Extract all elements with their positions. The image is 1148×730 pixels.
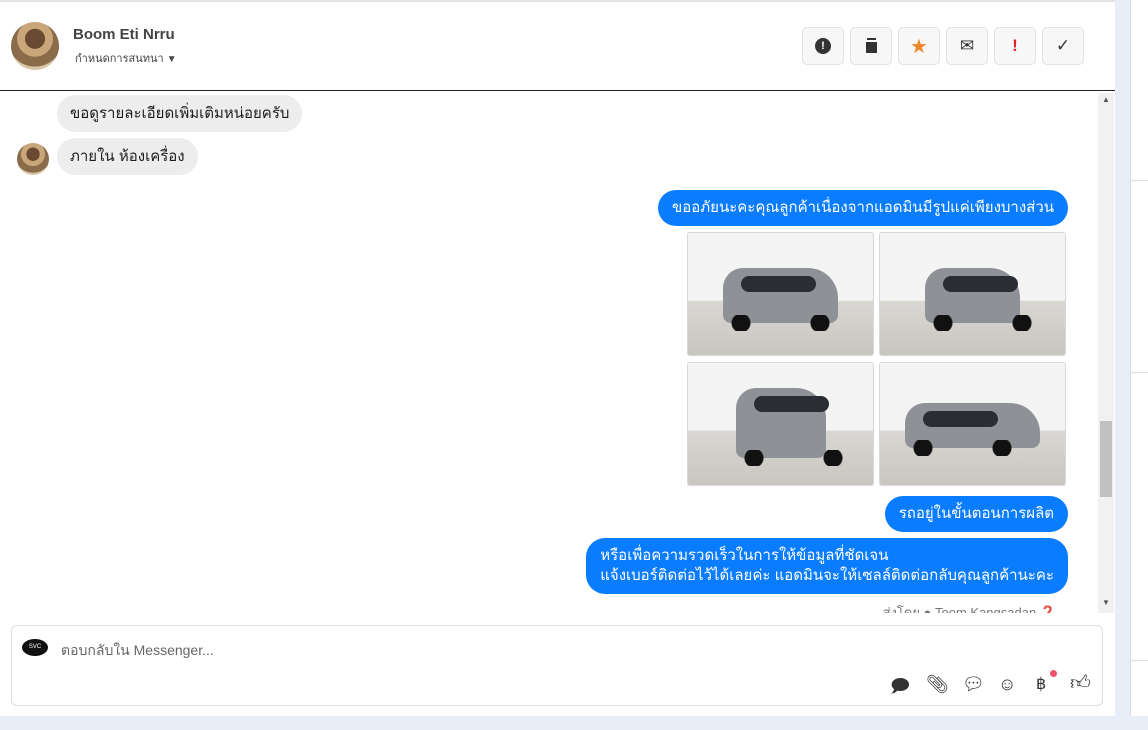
payment-baht-icon[interactable]: ฿ bbox=[1036, 674, 1046, 694]
outgoing-message: หรือเพื่อความรวดเร็วในการให้ข้อมูลที่ชัด… bbox=[586, 538, 1068, 594]
delete-button[interactable] bbox=[850, 27, 892, 65]
mark-unread-button[interactable]: ✉ bbox=[946, 27, 988, 65]
thumbs-up-icon[interactable]: 👍︎ bbox=[1070, 671, 1091, 695]
reply-input[interactable]: ตอบกลับใน Messenger... bbox=[61, 640, 214, 662]
incoming-message: ภายใน ห้องเครื่อง bbox=[57, 138, 198, 175]
scroll-up-arrow[interactable]: ▲ bbox=[1102, 95, 1110, 104]
alert-circle-icon: ! bbox=[815, 38, 831, 54]
chat-bubble-icon[interactable]: 💬︎ bbox=[962, 674, 985, 695]
outgoing-message: รถอยู่ในขั้นตอนการผลิต bbox=[884, 496, 1068, 532]
contact-name[interactable]: Boom Eti Nrru bbox=[73, 26, 175, 43]
reply-composer[interactable]: SVC ตอบกลับใน Messenger... 🗩 📎︎ 💬︎ ☺ ฿ 👍… bbox=[11, 625, 1103, 706]
envelope-icon: ✉ bbox=[959, 36, 975, 55]
sent-by-label: ส่งโดย ● Toom Kangsadan ❓ bbox=[882, 605, 1056, 613]
trash-icon bbox=[865, 39, 877, 53]
conversation-header: Boom Eti Nrru กำหนดการสนทนา ▼ ! ★ ✉ ! ✓ bbox=[0, 2, 1115, 91]
mark-spam-button[interactable]: ! bbox=[802, 27, 844, 65]
message-line: หรือเพื่อความรวดเร็วในการให้ข้อมูลที่ชัด… bbox=[600, 547, 889, 564]
car-photo-front-left[interactable] bbox=[687, 232, 874, 356]
car-photo-front[interactable] bbox=[879, 232, 1066, 356]
emoji-icon[interactable]: ☺ bbox=[998, 674, 1016, 695]
outgoing-message: ขออภัยนะคะคุณลูกค้าเนื่องจากแอดมินมีรูปแ… bbox=[658, 190, 1068, 226]
scrollbar-thumb[interactable] bbox=[1100, 421, 1112, 497]
contact-avatar[interactable] bbox=[11, 22, 59, 70]
saved-reply-icon[interactable]: 🗩 bbox=[890, 674, 910, 704]
right-sidebar bbox=[1130, 0, 1148, 716]
message-list: ขอดูรายละเอียดเพิ่มเติมหน่อยครับ ภายใน ห… bbox=[0, 93, 1098, 613]
incoming-message: ขอดูรายละเอียดเพิ่มเติมหน่อยครับ bbox=[57, 95, 303, 132]
conversation-settings-label: กำหนดการสนทนา bbox=[75, 53, 164, 65]
attachment-icon[interactable]: 📎︎ bbox=[926, 674, 949, 695]
car-photo-side[interactable] bbox=[879, 362, 1066, 486]
conversation-settings-dropdown[interactable]: กำหนดการสนทนา ▼ bbox=[75, 49, 177, 67]
notification-dot bbox=[1050, 670, 1057, 677]
star-icon: ★ bbox=[910, 35, 928, 58]
scroll-down-arrow[interactable]: ▼ bbox=[1102, 598, 1110, 607]
sender-avatar bbox=[17, 143, 49, 175]
star-button[interactable]: ★ bbox=[898, 27, 940, 65]
car-photo-rear[interactable] bbox=[687, 362, 874, 486]
message-scrollbar[interactable]: ▲ ▼ bbox=[1098, 93, 1114, 613]
page-logo: SVC bbox=[22, 639, 48, 656]
caret-down-icon: ▼ bbox=[166, 54, 177, 65]
conversation-panel: Boom Eti Nrru กำหนดการสนทนา ▼ ! ★ ✉ ! ✓ … bbox=[0, 0, 1115, 716]
mark-done-button[interactable]: ✓ bbox=[1042, 27, 1084, 65]
exclamation-icon: ! bbox=[1012, 36, 1018, 55]
message-line: แจ้งเบอร์ติดต่อไว้ได้เลยค่ะ แอดมินจะให้เ… bbox=[600, 567, 1054, 584]
check-icon: ✓ bbox=[1055, 36, 1071, 55]
mark-important-button[interactable]: ! bbox=[994, 27, 1036, 65]
